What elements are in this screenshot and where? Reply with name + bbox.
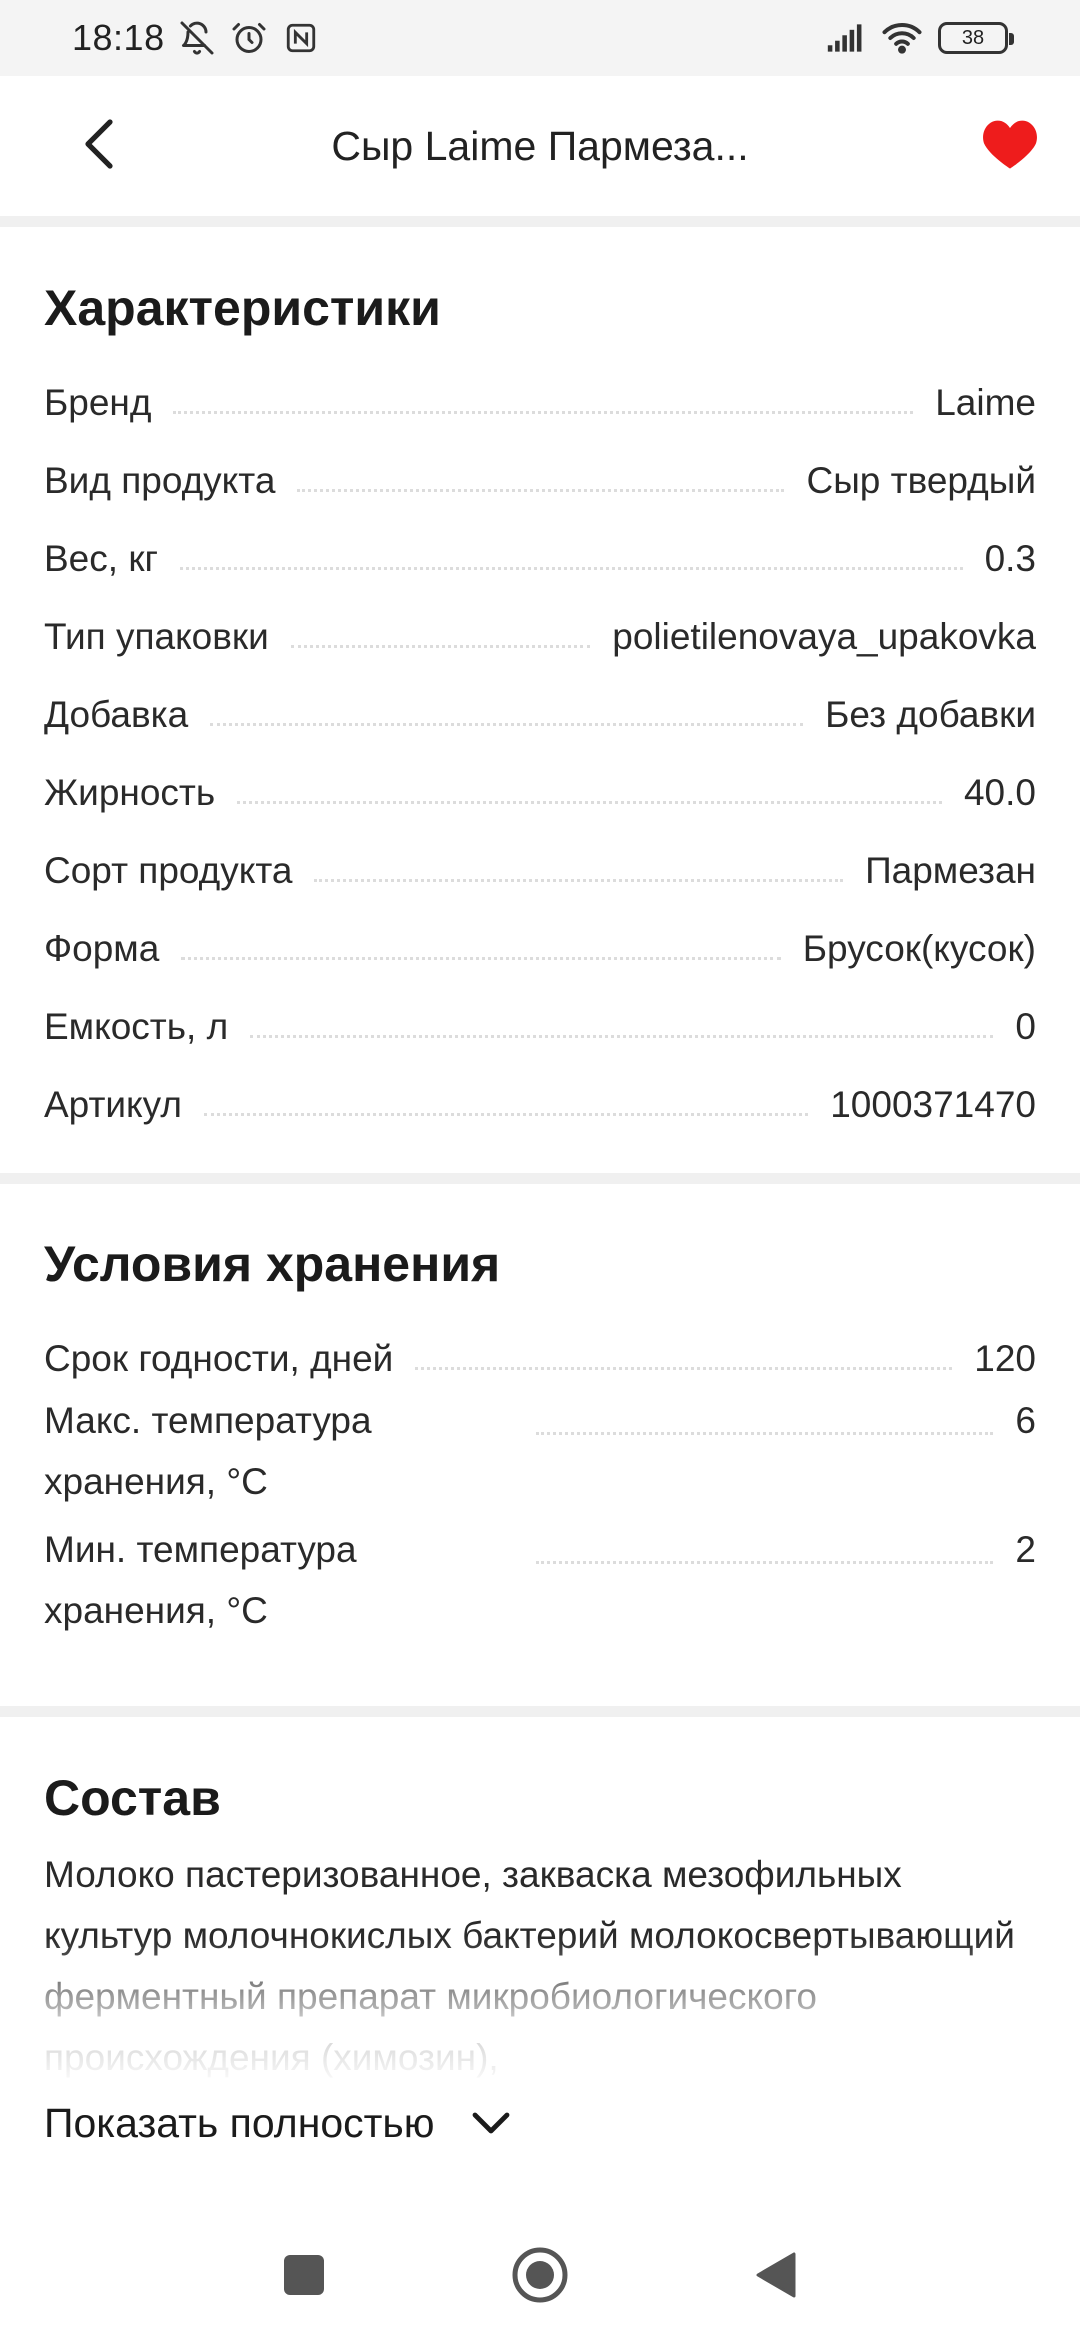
- composition-section: Состав Молоко пастеризованное, закваска …: [0, 1762, 1080, 2088]
- spec-dots: [290, 645, 591, 648]
- show-more-button[interactable]: Показать полностью: [44, 2100, 511, 2147]
- spec-value: Брусок(кусок): [802, 928, 1036, 969]
- spec-row: Емкость, л 0: [44, 970, 1036, 1048]
- back-triangle-icon: [754, 2251, 798, 2304]
- storage-title: Условия хранения: [44, 1236, 501, 1292]
- spec-dots: [250, 1035, 994, 1038]
- status-right: 38: [826, 18, 1014, 58]
- spec-row: Сорт продукта Пармезан: [44, 814, 1036, 892]
- spec-label: Вид продукта: [44, 460, 276, 501]
- spec-label: Емкость, л: [44, 1006, 229, 1047]
- spec-label: Сорт продукта: [44, 850, 293, 891]
- composition-title: Состав: [44, 1770, 221, 1826]
- characteristics-section: Характеристики Бренд Laime Вид продукта …: [0, 272, 1080, 1126]
- home-circle-icon: [511, 2246, 569, 2309]
- spec-value: 1000371470: [830, 1084, 1036, 1125]
- storage-value: 6: [1015, 1400, 1036, 1441]
- signal-icon: [826, 18, 866, 58]
- storage-list: Срок годности, дней 120 Макс. температур…: [44, 1302, 1036, 1658]
- spec-row: Артикул 1000371470: [44, 1048, 1036, 1126]
- storage-label: Мин. температура хранения, °C: [44, 1529, 357, 1631]
- back-button[interactable]: [60, 108, 140, 184]
- battery-level: 38: [961, 26, 985, 49]
- alarm-icon: [229, 18, 269, 58]
- storage-row: Мин. температура хранения, °C 2: [44, 1519, 1036, 1658]
- spec-dots: [181, 957, 781, 960]
- storage-section: Условия хранения Срок годности, дней 120…: [0, 1228, 1080, 1658]
- storage-row: Макс. температура хранения, °C 6: [44, 1380, 1036, 1519]
- system-nav-bar: [0, 2210, 1080, 2340]
- recents-button[interactable]: [272, 2245, 336, 2309]
- storage-label: Макс. температура хранения, °C: [44, 1400, 372, 1502]
- storage-row: Срок годности, дней 120: [44, 1302, 1036, 1380]
- spec-dots: [173, 411, 914, 414]
- storage-dots: [415, 1367, 953, 1370]
- composition-fade: [44, 1938, 1036, 2088]
- spec-value: 40.0: [963, 772, 1036, 813]
- spec-label: Тип упаковки: [44, 616, 269, 657]
- divider: [0, 1173, 1080, 1184]
- status-bar: 18:18 38: [0, 0, 1080, 76]
- divider: [0, 1706, 1080, 1717]
- spec-label: Жирность: [44, 772, 216, 813]
- spec-label: Бренд: [44, 382, 152, 423]
- spec-dots: [237, 801, 942, 804]
- bell-off-icon: [177, 18, 217, 58]
- spec-row: Форма Брусок(кусок): [44, 892, 1036, 970]
- status-time: 18:18: [72, 17, 165, 58]
- spec-label: Форма: [44, 928, 160, 969]
- spec-dots: [297, 489, 785, 492]
- spec-row: Жирность 40.0: [44, 736, 1036, 814]
- spec-value: polietilenovaya_upakovka: [612, 616, 1036, 657]
- spec-row: Добавка Без добавки: [44, 658, 1036, 736]
- battery-icon: 38: [938, 22, 1014, 54]
- show-more-label: Показать полностью: [44, 2100, 435, 2146]
- spec-value: 0.3: [984, 538, 1036, 579]
- top-app-bar: Сыр Laime Пармеза...: [0, 76, 1080, 216]
- spec-value: Laime: [935, 382, 1036, 423]
- spec-dots: [180, 567, 963, 570]
- chevron-left-icon: [80, 118, 120, 175]
- recents-square-icon: [282, 2253, 326, 2302]
- product-details-screen: 18:18 38 Сыр Laime Пармеза... Характерис…: [0, 0, 1080, 2340]
- spec-value: 0: [1015, 1006, 1036, 1047]
- composition-text-box: Молоко пастеризованное, закваска мезофил…: [44, 1844, 1036, 2088]
- spec-dots: [314, 879, 844, 882]
- spec-row: Тип упаковки polietilenovaya_upakovka: [44, 580, 1036, 658]
- home-button[interactable]: [508, 2245, 572, 2309]
- spec-label: Артикул: [44, 1084, 182, 1125]
- storage-value: 120: [974, 1338, 1036, 1379]
- spec-row: Вес, кг 0.3: [44, 502, 1036, 580]
- heart-icon: [980, 117, 1040, 176]
- status-left: 18:18: [72, 17, 321, 59]
- storage-label: Срок годности, дней: [44, 1338, 394, 1379]
- spec-value: Пармезан: [865, 850, 1036, 891]
- spec-label: Добавка: [44, 694, 189, 735]
- spec-row: Бренд Laime: [44, 346, 1036, 424]
- spec-value: Сыр твердый: [806, 460, 1036, 501]
- spec-label: Вес, кг: [44, 538, 158, 579]
- storage-value: 2: [1015, 1529, 1036, 1570]
- spec-dots: [210, 723, 804, 726]
- characteristics-list: Бренд Laime Вид продукта Сыр твердый Вес…: [44, 346, 1036, 1126]
- divider: [0, 216, 1080, 227]
- characteristics-title: Характеристики: [44, 280, 441, 336]
- nfc-icon: [281, 18, 321, 58]
- chevron-down-icon: [471, 2100, 511, 2147]
- storage-dots: [536, 1561, 994, 1564]
- spec-dots: [203, 1113, 809, 1116]
- back-nav-button[interactable]: [744, 2245, 808, 2309]
- storage-dots: [536, 1432, 994, 1435]
- spec-value: Без добавки: [825, 694, 1036, 735]
- page-title: Сыр Laime Пармеза...: [331, 122, 749, 169]
- spec-row: Вид продукта Сыр твердый: [44, 424, 1036, 502]
- wifi-icon: [882, 18, 922, 58]
- favorite-button[interactable]: [970, 106, 1050, 186]
